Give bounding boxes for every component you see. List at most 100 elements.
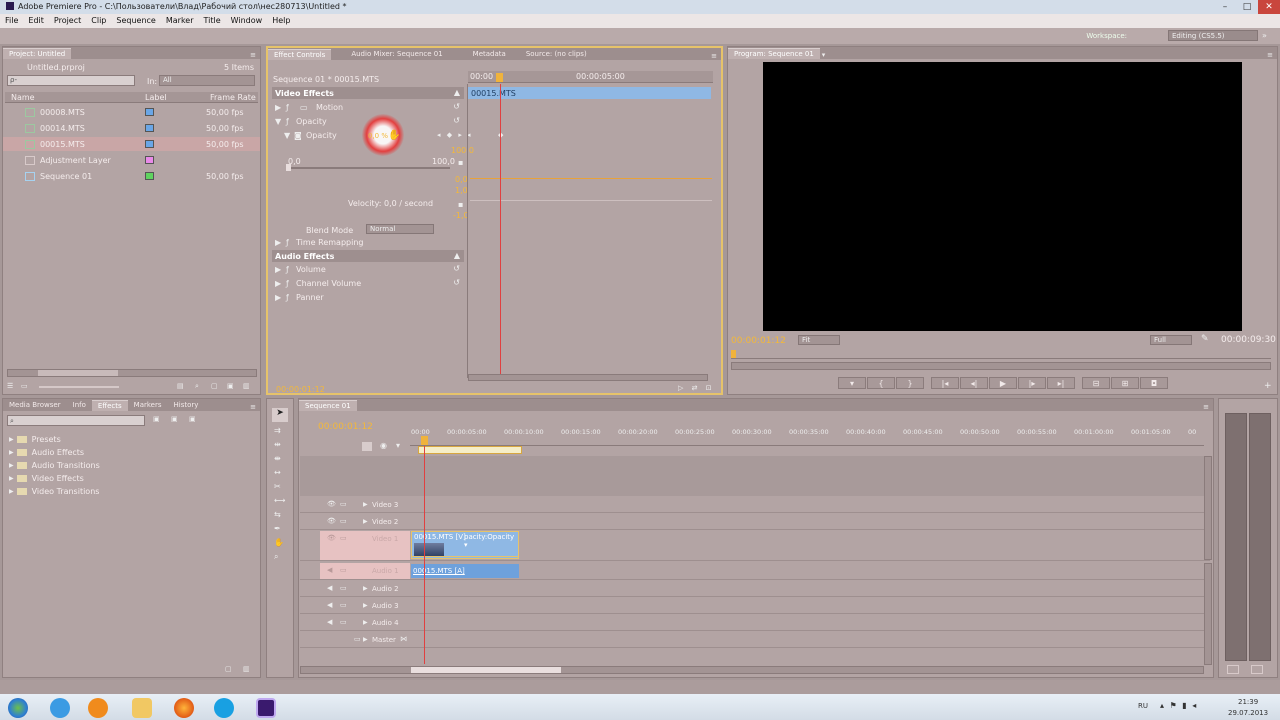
lock-icon[interactable]: ▭	[340, 566, 347, 574]
menu-edit[interactable]: Edit	[28, 16, 44, 26]
lock-icon[interactable]: ▭	[340, 584, 347, 592]
work-area-bar[interactable]	[418, 446, 522, 454]
new-item-icon[interactable]: ▣	[227, 382, 234, 390]
tab-metadata[interactable]: Metadata	[467, 49, 512, 60]
speaker-icon[interactable]: ◀	[327, 584, 332, 592]
timeline-h-scrollbar[interactable]	[300, 666, 1204, 674]
tab-media-browser[interactable]: Media Browser	[3, 400, 67, 411]
expand-triangle-icon[interactable]: ▶	[363, 602, 368, 609]
expand-triangle-icon[interactable]: ▶	[9, 488, 14, 495]
fx-badge-icon[interactable]: ƒ	[286, 279, 289, 288]
eye-icon[interactable]: 👁	[327, 534, 336, 542]
snap-icon[interactable]	[362, 442, 372, 451]
fx-badge-icon[interactable]: ƒ	[286, 265, 289, 274]
fx-badge-icon[interactable]: ƒ	[286, 117, 289, 126]
expand-triangle-icon[interactable]: ▶	[275, 103, 281, 112]
menu-file[interactable]: File	[5, 16, 18, 26]
media-player-icon[interactable]	[88, 698, 108, 718]
close-button[interactable]: ✕	[1258, 0, 1280, 14]
eye-icon[interactable]: 👁	[327, 517, 336, 525]
reset-icon[interactable]: ↺	[453, 102, 460, 111]
program-zoom-bar[interactable]	[731, 362, 1271, 370]
effects-folder[interactable]: ▶ Audio Transitions	[3, 458, 260, 472]
expand-triangle-icon[interactable]: ▶	[363, 636, 368, 643]
playhead-marker[interactable]	[496, 73, 503, 82]
start-button-icon[interactable]	[8, 698, 28, 718]
tab-source[interactable]: Source: (no clips)	[520, 49, 593, 60]
effect-row-channel-volume[interactable]: ▶ ƒ Channel Volume ↺	[272, 278, 464, 290]
track-audio-1[interactable]: ◀ ▭ Audio 1 00015.MTS [A]	[300, 563, 1210, 580]
slip-tool-icon[interactable]: ⟷	[274, 496, 285, 505]
effect-row-volume[interactable]: ▶ ƒ Volume ↺	[272, 264, 464, 276]
menu-clip[interactable]: Clip	[91, 16, 106, 26]
tab-program[interactable]: Program: Sequence 01	[728, 48, 820, 59]
expand-triangle-icon[interactable]: ▶	[363, 585, 368, 592]
audio-clip[interactable]: 00015.MTS [A]	[411, 564, 519, 578]
speaker-icon[interactable]: ◀	[327, 566, 332, 574]
track-video-3[interactable]: 👁 ▭ ▶ Video 3	[300, 497, 1210, 513]
mark-out-button[interactable]: }	[896, 377, 924, 389]
lock-icon[interactable]: ▭	[340, 500, 347, 508]
explorer-folder-icon[interactable]	[132, 698, 152, 718]
menu-help[interactable]: Help	[272, 16, 290, 26]
yuv-effects-icon[interactable]: ▣	[189, 415, 196, 423]
program-time-ruler[interactable]	[731, 350, 1271, 359]
timeline-timecode[interactable]: 00:00:01:12	[318, 422, 373, 432]
opacity-value[interactable]: 0,0 %	[368, 132, 388, 140]
expand-triangle-icon[interactable]: ▶	[275, 265, 281, 274]
go-to-out-button[interactable]: ▸|	[1047, 377, 1075, 389]
tab-menu-chevron-icon[interactable]: ▾	[822, 51, 826, 59]
track-audio-2[interactable]: ◀ ▭ ▶ Audio 2	[300, 581, 1210, 597]
ec-timecode[interactable]: 00:00:01:12	[276, 385, 325, 394]
project-item[interactable]: Adjustment Layer	[3, 153, 260, 167]
expand-triangle-icon[interactable]: ▶	[363, 619, 368, 626]
export-icon[interactable]: ⊡	[706, 384, 712, 392]
rolling-edit-tool-icon[interactable]: ⇼	[274, 454, 281, 463]
ec-divider[interactable]	[467, 84, 468, 378]
in-select[interactable]: All	[159, 75, 255, 86]
speaker-icon[interactable]: ◀	[327, 618, 332, 626]
scroll-thumb[interactable]	[38, 370, 118, 376]
add-keyframe-icon[interactable]: ◆	[447, 131, 452, 139]
mark-in-button[interactable]: {	[867, 377, 895, 389]
minimize-button[interactable]: –	[1214, 0, 1236, 14]
stopwatch-icon[interactable]: ◙	[294, 131, 302, 140]
project-item[interactable]: 00015.MTS 50,00 fps	[3, 137, 260, 151]
menu-sequence[interactable]: Sequence	[116, 16, 155, 26]
add-marker-icon[interactable]: ▾	[396, 441, 400, 450]
slider-thumb[interactable]	[286, 164, 291, 171]
panel-menu-icon[interactable]: ≡	[250, 51, 260, 59]
tab-history[interactable]: History	[168, 400, 205, 411]
effects-folder[interactable]: ▶ Video Transitions	[3, 484, 260, 498]
panel-menu-icon[interactable]: ≡	[250, 403, 260, 411]
32bit-effects-icon[interactable]: ▣	[171, 415, 178, 423]
reset-icon[interactable]: ↺	[453, 278, 460, 287]
effects-search-input[interactable]: ⌕	[7, 415, 145, 426]
rate-stretch-tool-icon[interactable]: ↔	[274, 468, 281, 477]
effect-row-panner[interactable]: ▶ ƒ Panner	[272, 292, 464, 304]
column-name[interactable]: Name	[11, 93, 35, 102]
icon-view-icon[interactable]: ▭	[21, 382, 28, 390]
tab-audio-mixer[interactable]: Audio Mixer: Sequence 01	[345, 49, 448, 60]
speaker-icon[interactable]: ◀	[327, 601, 332, 609]
scroll-thumb[interactable]	[411, 667, 561, 673]
tab-info[interactable]: Info	[67, 400, 92, 411]
go-to-in-button[interactable]: |◂	[931, 377, 959, 389]
project-search-input[interactable]: ρ-	[7, 75, 135, 86]
timeline-v-scrollbar[interactable]	[1204, 456, 1212, 560]
settings-wrench-icon[interactable]: ✎	[1201, 334, 1209, 344]
graph-icon[interactable]: ▪	[458, 158, 463, 167]
program-timecode[interactable]: 00:00:01:12	[731, 336, 786, 346]
project-item[interactable]: 00008.MTS 50,00 fps	[3, 105, 260, 119]
collapse-icon[interactable]: ▲	[454, 88, 460, 97]
eye-icon[interactable]: 👁	[327, 500, 336, 508]
track-audio-4[interactable]: ◀ ▭ ▶ Audio 4	[300, 615, 1210, 631]
blend-mode-select[interactable]: Normal	[366, 224, 434, 234]
track-video-2[interactable]: 👁 ▭ ▶ Video 2	[300, 514, 1210, 530]
zoom-slider[interactable]	[39, 386, 119, 388]
language-indicator[interactable]: RU	[1138, 702, 1148, 710]
prev-keyframe-icon[interactable]: ◂	[437, 131, 441, 139]
project-item[interactable]: 00014.MTS 50,00 fps	[3, 121, 260, 135]
expand-triangle-icon[interactable]: ▶	[9, 462, 14, 469]
reset-icon[interactable]: ↺	[453, 116, 460, 125]
